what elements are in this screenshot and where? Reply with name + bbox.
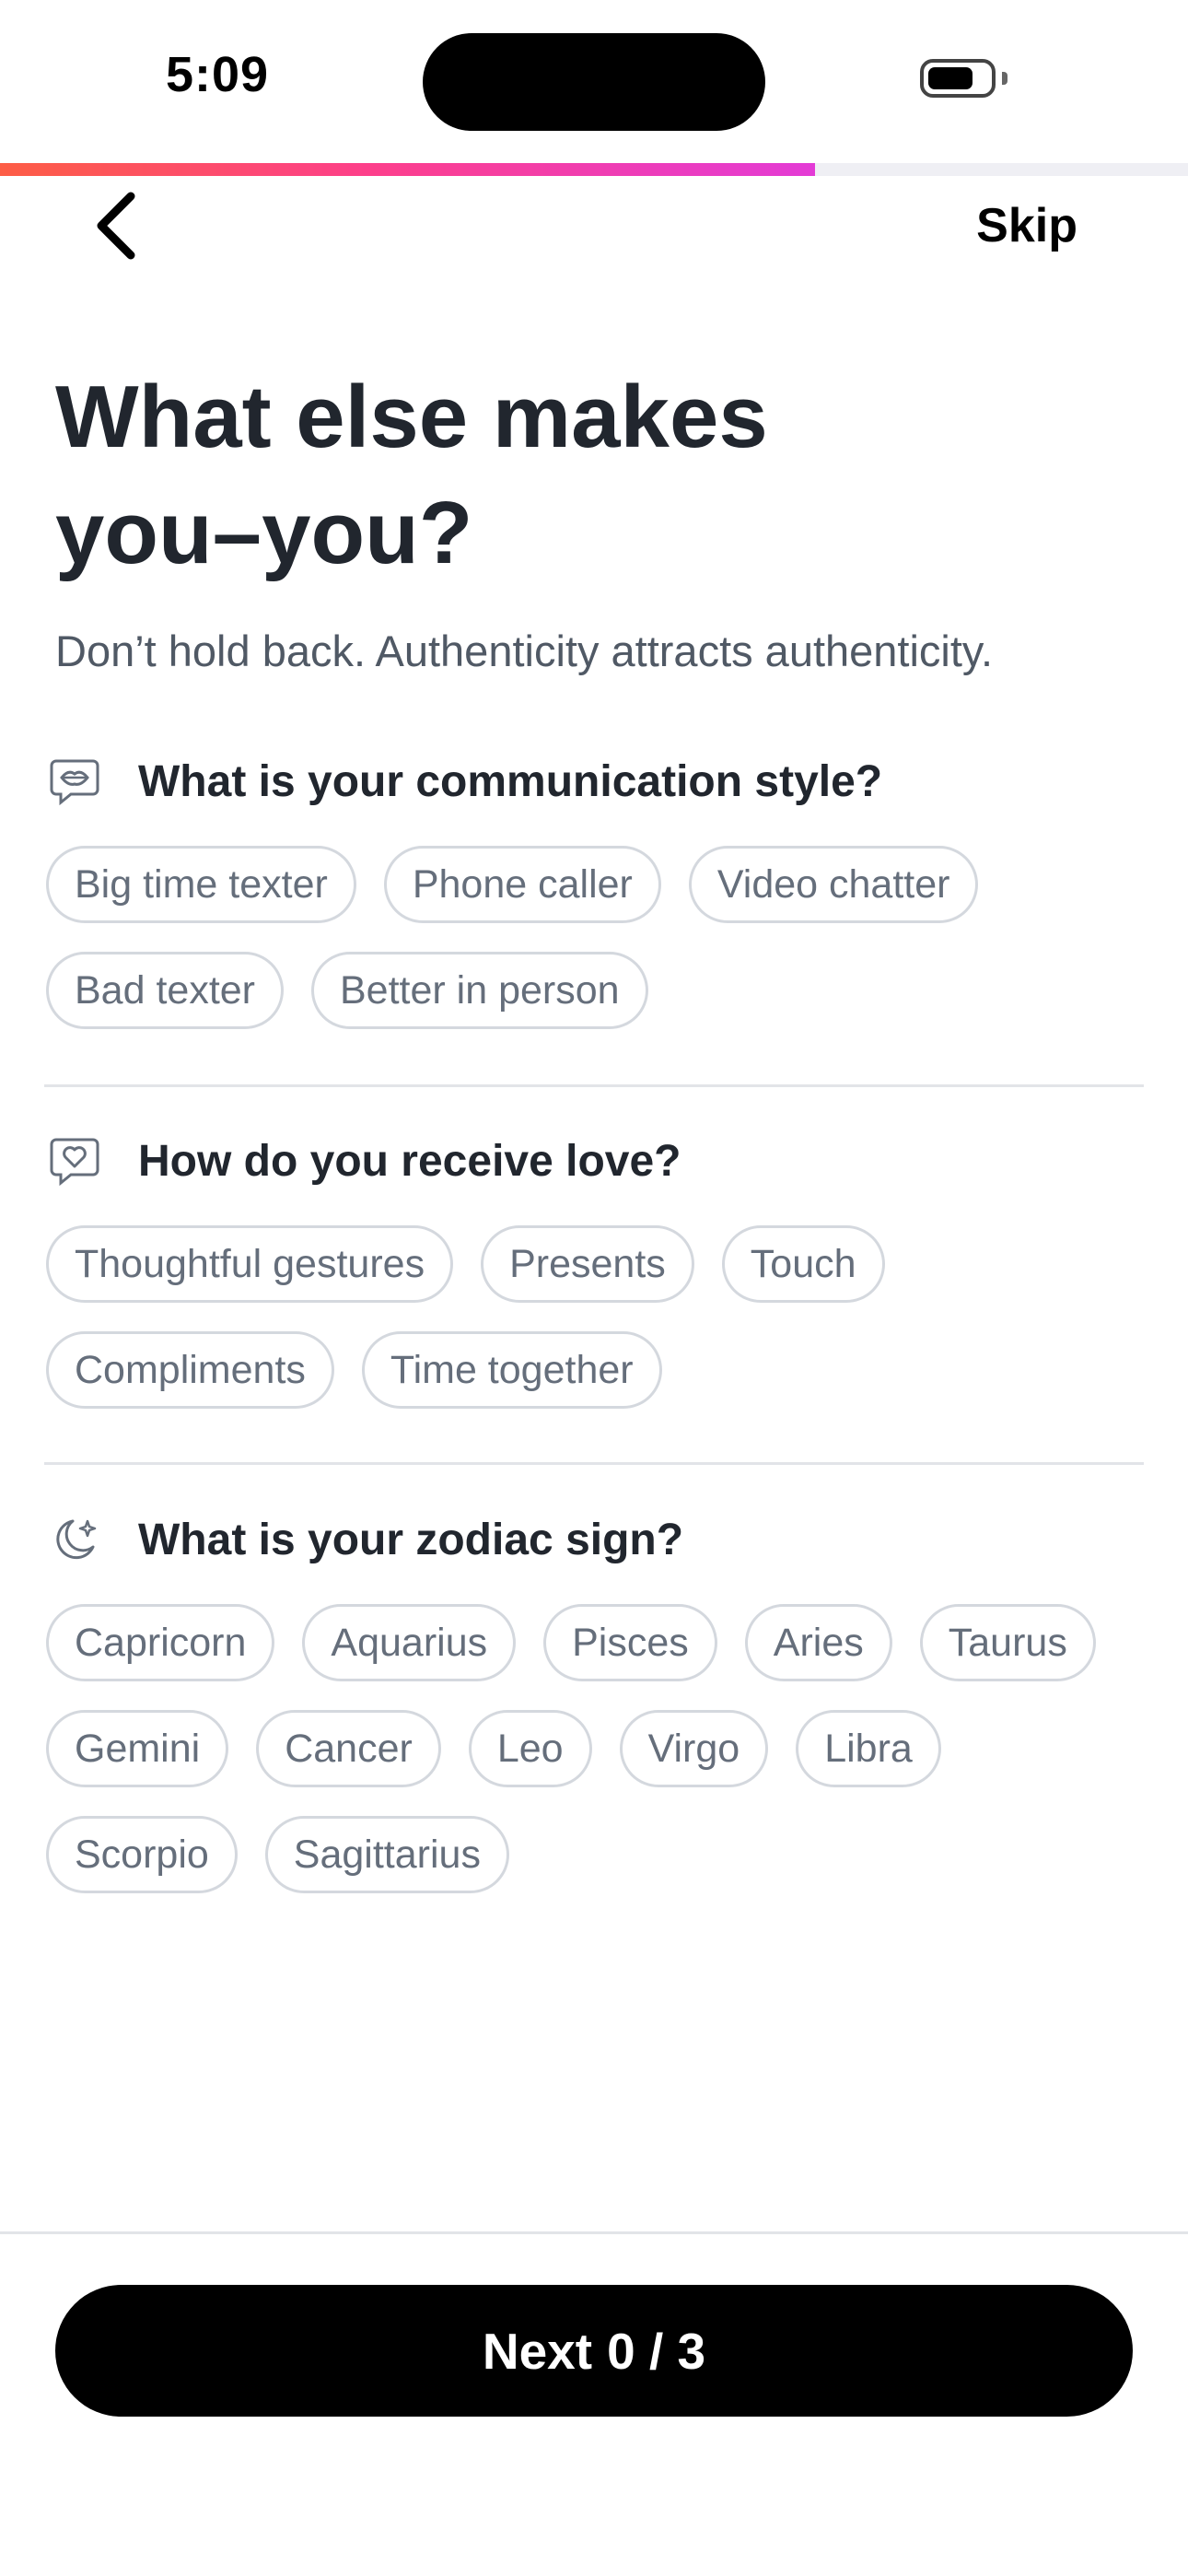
battery-icon [920, 59, 996, 98]
zodiac-sign-section: What is your zodiac sign? Capricorn Aqua… [46, 1503, 1142, 1893]
option-chip[interactable]: Libra [796, 1710, 941, 1787]
option-chip[interactable]: Thoughtful gestures [46, 1225, 454, 1303]
option-chip[interactable]: Cancer [256, 1710, 441, 1787]
section-title: How do you receive love? [138, 1136, 681, 1186]
option-chip[interactable]: Capricorn [46, 1604, 275, 1681]
option-chip[interactable]: Presents [481, 1225, 694, 1303]
selected-count: 0 / 3 [607, 2322, 706, 2380]
battery-cap [1002, 72, 1007, 85]
page-title-line-1: What else makes [55, 368, 768, 466]
receive-love-section: How do you receive love? Thoughtful gest… [46, 1124, 1142, 1409]
section-header: What is your zodiac sign? [46, 1503, 1142, 1576]
option-chip[interactable]: Time together [361, 1331, 662, 1409]
section-title: What is your communication style? [138, 756, 883, 806]
section-header: What is your communication style? [46, 744, 1142, 818]
option-chip[interactable]: Virgo [619, 1710, 769, 1787]
option-chip[interactable]: Video chatter [688, 846, 979, 923]
section-header: How do you receive love? [46, 1124, 1142, 1198]
onboarding-progress-fill [0, 163, 815, 176]
dynamic-island [423, 33, 765, 131]
option-chip[interactable]: Sagittarius [264, 1816, 509, 1893]
page-title-line-2: you–you? [55, 484, 473, 582]
option-chip[interactable]: Big time texter [46, 846, 356, 923]
next-button-label: Next [482, 2322, 593, 2380]
option-chips: Thoughtful gestures Presents Touch Compl… [46, 1225, 1142, 1409]
skip-button[interactable]: Skip [976, 193, 1077, 258]
page-title: What else makes you–you? [55, 359, 1068, 591]
option-chip[interactable]: Gemini [46, 1710, 229, 1787]
next-button[interactable]: Next 0 / 3 [55, 2285, 1133, 2417]
chevron-left-icon [97, 192, 135, 260]
status-time: 5:09 [166, 47, 270, 102]
option-chip[interactable]: Better in person [311, 952, 648, 1029]
option-chip[interactable]: Phone caller [383, 846, 661, 923]
lips-chat-icon [46, 753, 103, 810]
section-divider [44, 1084, 1144, 1087]
section-title: What is your zodiac sign? [138, 1515, 684, 1564]
option-chip[interactable]: Compliments [46, 1331, 334, 1409]
option-chip[interactable]: Taurus [919, 1604, 1096, 1681]
page-subtitle: Don’t hold back. Authenticity attracts a… [55, 626, 994, 675]
option-chip[interactable]: Touch [721, 1225, 885, 1303]
option-chip[interactable]: Aries [744, 1604, 892, 1681]
communication-style-section: What is your communication style? Big ti… [46, 744, 1142, 1029]
battery-level [928, 67, 973, 89]
option-chips: Big time texter Phone caller Video chatt… [46, 846, 1142, 1029]
option-chip[interactable]: Aquarius [302, 1604, 517, 1681]
heart-chat-icon [46, 1132, 103, 1189]
profile-questions-screen: 5:09 Skip What else makes you–you? Don’t… [0, 0, 1188, 2576]
back-button[interactable] [83, 184, 147, 267]
option-chip[interactable]: Pisces [543, 1604, 717, 1681]
option-chips: Capricorn Aquarius Pisces Aries Taurus G… [46, 1604, 1142, 1893]
footer-divider [0, 2231, 1188, 2234]
option-chip[interactable]: Bad texter [46, 952, 284, 1029]
moon-stars-icon [46, 1511, 103, 1568]
option-chip[interactable]: Scorpio [46, 1816, 238, 1893]
onboarding-progress-bar [0, 163, 1188, 176]
option-chip[interactable]: Leo [468, 1710, 592, 1787]
section-divider [44, 1462, 1144, 1465]
